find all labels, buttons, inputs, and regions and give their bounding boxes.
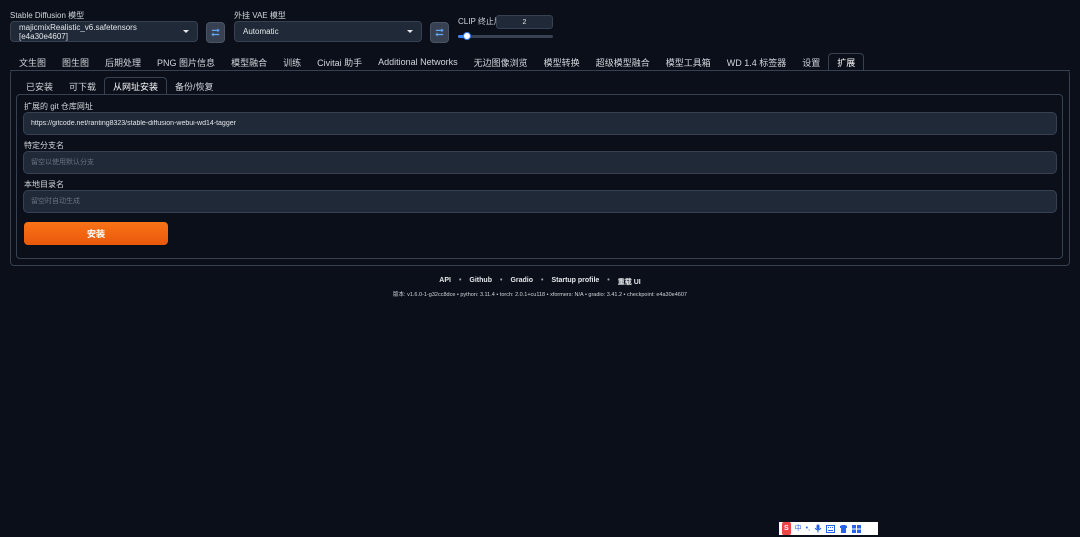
sub-tab[interactable]: 已安装	[18, 77, 61, 95]
refresh-model-button[interactable]	[206, 22, 225, 43]
main-tab-bar: 文生图 图生图 后期处理 PNG 图片信息 模型融合 训练 Civitai 助手 Additi…	[11, 53, 865, 71]
footer-separator: •	[607, 277, 610, 284]
git-url-label: 扩展的 git 仓库网址	[24, 102, 93, 111]
branch-label: 特定分支名	[24, 141, 64, 150]
main-tab[interactable]: 设置	[794, 53, 828, 71]
keyboard-icon[interactable]	[826, 524, 836, 533]
clip-skip-slider[interactable]	[458, 32, 553, 40]
main-tab[interactable]: PNG 图片信息	[149, 53, 223, 71]
refresh-vae-button[interactable]	[430, 22, 449, 43]
footer-link[interactable]: API	[439, 277, 451, 287]
sub-tab-bar: 已安装 可下载 从网址安装 备份/恢复	[18, 77, 222, 95]
main-tab[interactable]: 超级模型融合	[588, 53, 658, 71]
version-info: 版本: v1.6.0-1-g32cc8dce • python: 3.11.4 …	[393, 292, 687, 298]
main-tab[interactable]: 文生图	[11, 53, 54, 71]
footer-separator: •	[499, 277, 503, 284]
sub-tab[interactable]: 可下载	[61, 77, 104, 95]
local-dir-label: 本地目录名	[24, 180, 64, 189]
chevron-down-icon	[183, 30, 189, 33]
main-tab[interactable]: 图生图	[54, 53, 97, 71]
local-dir-input[interactable]	[23, 190, 1057, 213]
main-tab[interactable]: 后期处理	[97, 53, 149, 71]
sogou-logo-icon[interactable]: S	[782, 522, 791, 535]
ime-punct-toggle[interactable]: •,	[806, 522, 810, 535]
main-tab[interactable]: 模型转换	[536, 53, 588, 71]
toolbox-icon[interactable]	[852, 524, 862, 533]
main-tab[interactable]: 无边图像浏览	[466, 53, 536, 71]
footer-link[interactable]: Startup profile	[551, 277, 599, 287]
git-url-input[interactable]	[23, 112, 1057, 135]
main-tab[interactable]: 扩展	[828, 53, 865, 71]
main-tab[interactable]: Civitai 助手	[309, 53, 370, 71]
footer-separator: •	[458, 277, 462, 284]
sub-tab[interactable]: 备份/恢复	[167, 77, 222, 95]
install-button[interactable]: 安装	[24, 222, 168, 245]
vae-dropdown[interactable]: Automatic	[234, 21, 422, 42]
chevron-down-icon	[407, 30, 413, 33]
main-tab[interactable]: Additional Networks	[370, 53, 466, 71]
main-tab[interactable]: 模型工具箱	[658, 53, 719, 71]
vae-value: Automatic	[243, 27, 279, 36]
clip-skip-slider-thumb[interactable]	[462, 32, 471, 40]
footer-link[interactable]: Gradio	[510, 277, 533, 287]
main-tab[interactable]: 模型融合	[223, 53, 275, 71]
skin-icon[interactable]	[839, 524, 848, 533]
ime-mode-toggle[interactable]: 中	[795, 522, 802, 535]
refresh-icon	[435, 28, 444, 37]
footer-link[interactable]: 重载 UI	[618, 277, 641, 287]
sub-tab[interactable]: 从网址安装	[104, 77, 168, 95]
clip-skip-number-input[interactable]: 2	[496, 15, 553, 29]
footer-link[interactable]: Github	[469, 277, 492, 287]
microphone-icon[interactable]	[814, 524, 822, 533]
refresh-icon	[211, 28, 220, 37]
ime-toolbar: S 中 •,	[779, 522, 878, 535]
main-tab[interactable]: WD 1.4 标签器	[719, 53, 795, 71]
sd-model-dropdown[interactable]: majicmixRealistic_v6.safetensors [e4a30e…	[10, 21, 198, 42]
sd-model-value: majicmixRealistic_v6.safetensors [e4a30e…	[19, 22, 137, 41]
main-tab[interactable]: 训练	[275, 53, 309, 71]
footer-separator: •	[541, 277, 544, 284]
footer-links: API • Github • Gradio • Startup profile • 重载 UI	[0, 277, 1080, 287]
branch-input[interactable]	[23, 151, 1057, 174]
sd-model-label: Stable Diffusion 模型	[10, 11, 85, 20]
vae-label: 外挂 VAE 模型	[234, 11, 286, 20]
